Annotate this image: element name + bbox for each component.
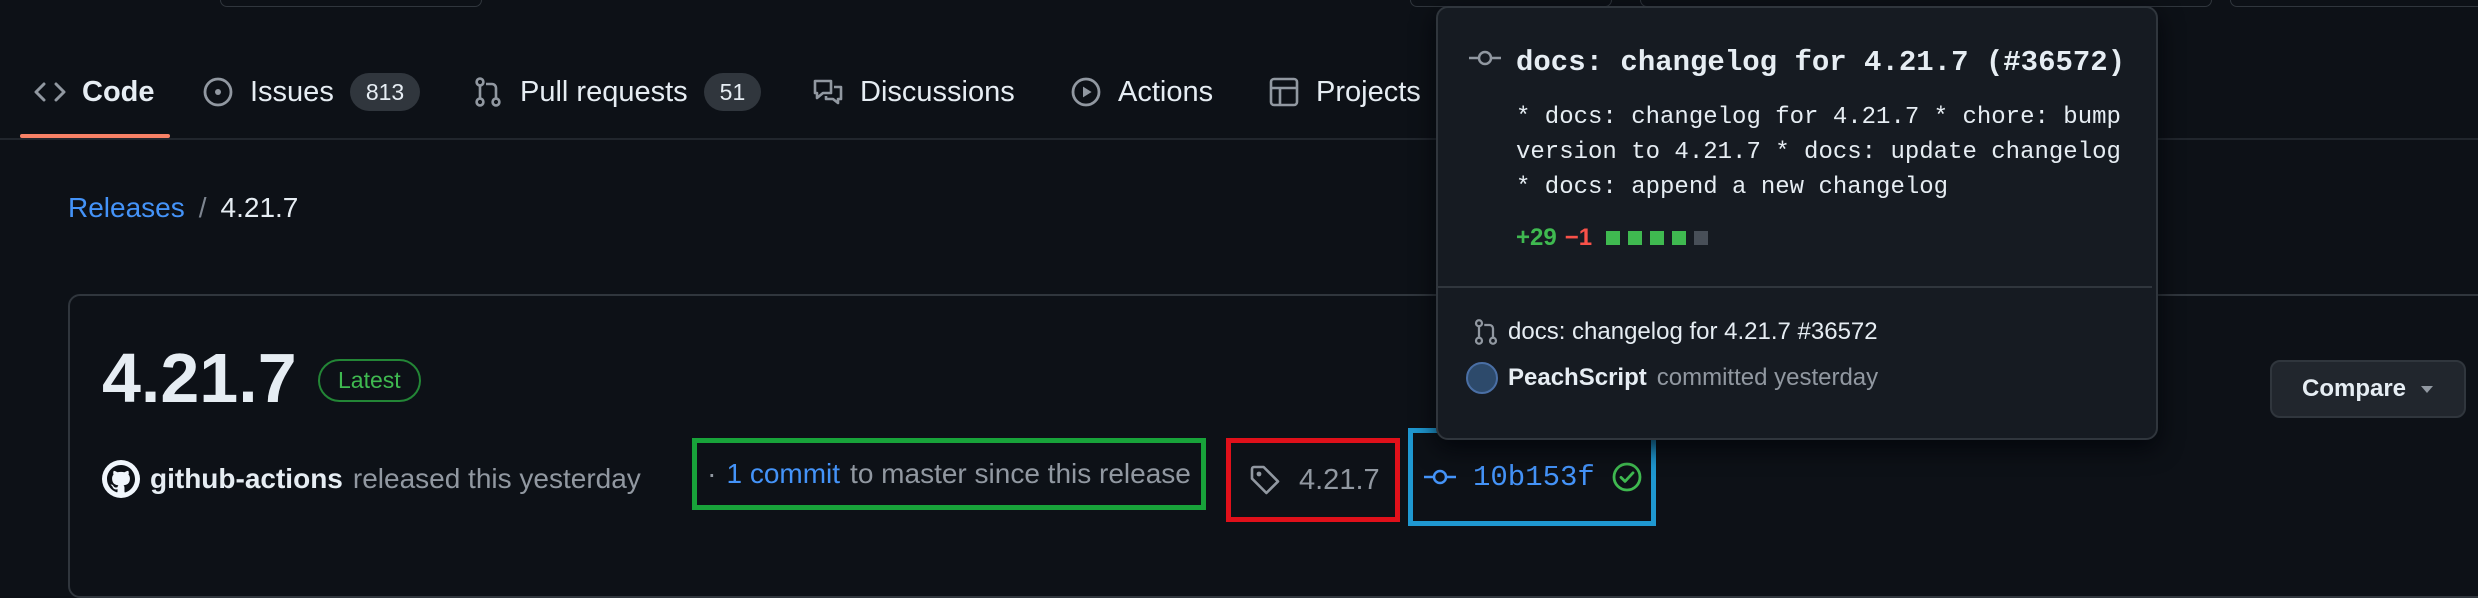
breadcrumb: Releases / 4.21.7 xyxy=(68,192,298,224)
table-icon xyxy=(1269,77,1299,107)
committed-text: committed yesterday xyxy=(1656,364,1879,391)
hovercard-pull-request[interactable]: docs: changelog for 4.21.7 #36572 xyxy=(1472,318,1878,346)
tag-icon xyxy=(1250,465,1280,495)
tab-pull-requests[interactable]: Pull requests 51 xyxy=(472,58,762,126)
breadcrumb-current: 4.21.7 xyxy=(220,192,299,223)
tab-projects[interactable]: Projects xyxy=(1268,58,1421,126)
git-commit-icon xyxy=(1424,469,1456,485)
diffstat-block xyxy=(1672,231,1687,245)
diffstat-block xyxy=(1650,231,1665,245)
pull-requests-counter: 51 xyxy=(703,73,762,111)
diffstat-block xyxy=(1606,231,1621,245)
tab-discussions[interactable]: Discussions xyxy=(812,58,1015,126)
triangle-down-icon xyxy=(2421,386,2434,393)
breadcrumb-separator: / xyxy=(198,192,207,223)
breadcrumb-releases-link[interactable]: Releases xyxy=(68,192,185,224)
header-stub xyxy=(2230,0,2478,7)
hovercard-commit-body: * docs: changelog for 4.21.7 * chore: bu… xyxy=(1516,104,2121,201)
code-icon xyxy=(34,82,66,102)
issue-icon xyxy=(203,77,233,107)
commits-prefix: · xyxy=(707,458,717,489)
tab-label: Discussions xyxy=(860,75,1015,108)
commits-link[interactable]: 1 commit xyxy=(726,458,840,490)
avatar[interactable] xyxy=(1466,362,1498,394)
diffstat-block xyxy=(1694,231,1709,245)
author-name[interactable]: github-actions xyxy=(150,463,343,495)
deletions-count: −1 xyxy=(1564,224,1593,251)
discussion-icon xyxy=(813,79,843,105)
release-author: github-actions released this yesterday xyxy=(102,460,641,498)
commit-sha-link[interactable]: 10b153f xyxy=(1408,428,1656,526)
diffstat-block xyxy=(1628,231,1643,245)
tab-label: Actions xyxy=(1118,75,1214,108)
released-text: released this yesterday xyxy=(352,463,641,494)
pull-request-icon xyxy=(475,77,501,107)
hovercard-commit-title[interactable]: docs: changelog for 4.21.7 (#36572) xyxy=(1516,46,2125,79)
tab-label: Pull requests xyxy=(520,75,688,108)
tab-label: Issues xyxy=(250,75,334,108)
commit-sha: 10b153f xyxy=(1473,460,1595,494)
tab-label: Code xyxy=(82,75,155,108)
git-commit-icon xyxy=(1469,50,1501,66)
committer-name[interactable]: PeachScript xyxy=(1508,364,1647,392)
additions-count: +29 xyxy=(1516,224,1557,251)
github-mark-icon[interactable] xyxy=(102,460,140,498)
release-title: 4.21.7 xyxy=(102,339,297,417)
compare-button[interactable]: Compare xyxy=(2270,360,2466,418)
tab-actions[interactable]: Actions xyxy=(1070,58,1213,126)
tab-label: Projects xyxy=(1316,75,1421,108)
hovercard-divider xyxy=(1438,286,2152,288)
play-icon xyxy=(1071,77,1101,107)
tag-label: 4.21.7 xyxy=(1299,463,1380,496)
latest-badge: Latest xyxy=(318,359,421,402)
release-tag-link[interactable]: 4.21.7 xyxy=(1226,438,1400,522)
hovercard-diffstat: +29 −1 xyxy=(1516,224,1709,252)
compare-label: Compare xyxy=(2301,375,2407,402)
hovercard-pr-text: docs: changelog for 4.21.7 #36572 xyxy=(1508,318,1878,345)
check-circle-icon[interactable] xyxy=(1611,461,1643,493)
tab-issues[interactable]: Issues 813 xyxy=(202,58,421,126)
hovercard-committer: PeachScript committed yesterday xyxy=(1466,362,1878,394)
tab-code[interactable]: Code xyxy=(34,58,155,126)
header-stub xyxy=(220,0,482,7)
pull-request-icon xyxy=(1474,319,1498,345)
commits-suffix: to master since this release xyxy=(850,458,1191,489)
issues-counter: 813 xyxy=(349,73,421,111)
commits-since-release: · 1 commit to master since this release xyxy=(692,438,1206,510)
